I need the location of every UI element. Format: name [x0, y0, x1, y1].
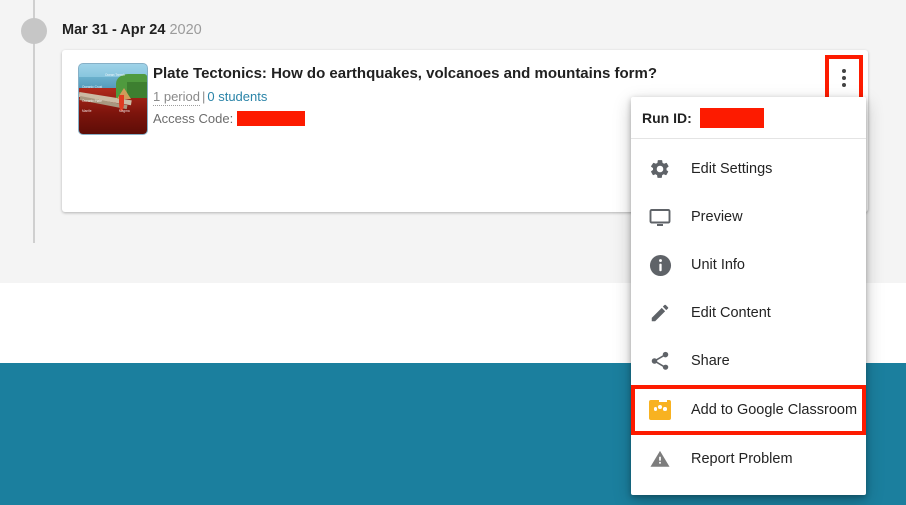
menu-item-label: Report Problem: [691, 451, 793, 467]
run-options-dropdown-menu: Run ID: Edit Settings Preview Unit Info …: [631, 97, 866, 495]
run-id-label: Run ID:: [642, 109, 692, 126]
menu-item-label: Edit Settings: [691, 161, 773, 177]
thumbnail-label-oceanic-plate: Oceanic Plate: [82, 99, 102, 103]
menu-item-report-problem[interactable]: Report Problem: [631, 435, 866, 483]
access-code-label: Access Code:: [153, 111, 234, 126]
access-code-redacted-value: [237, 111, 306, 127]
run-meta-line: 1 period | 0 students: [153, 88, 267, 106]
menu-item-add-to-google-classroom[interactable]: Add to Google Classroom: [631, 385, 866, 435]
more-vert-icon: [842, 69, 846, 73]
thumbnail-label-mantle: Mantle: [82, 109, 92, 113]
run-title[interactable]: Plate Tectonics: How do earthquakes, vol…: [153, 64, 657, 84]
access-code-line: Access Code:: [153, 110, 306, 128]
app-screen: Mar 31 - Apr 24 2020 Ocean Trench Oceani…: [0, 0, 906, 505]
monitor-icon: [647, 204, 673, 230]
menu-item-label: Preview: [691, 209, 743, 225]
menu-item-label: Unit Info: [691, 257, 745, 273]
run-id-redacted-value: [699, 107, 764, 128]
menu-item-preview[interactable]: Preview: [631, 193, 866, 241]
timeline-date-heading: Mar 31 - Apr 24 2020: [62, 21, 202, 39]
google-classroom-icon: [647, 395, 673, 423]
menu-run-id-row: Run ID:: [631, 97, 866, 139]
more-vert-icon: [842, 76, 846, 80]
menu-item-edit-content[interactable]: Edit Content: [631, 289, 866, 337]
menu-item-edit-settings[interactable]: Edit Settings: [631, 145, 866, 193]
date-range-text: Mar 31 - Apr 24: [62, 22, 166, 38]
date-year-text: 2020: [169, 22, 202, 38]
menu-item-list: Edit Settings Preview Unit Info Edit Con…: [631, 139, 866, 483]
info-circle-icon: [647, 252, 673, 278]
more-vert-icon: [842, 83, 846, 87]
thumbnail-label-oceanic-crust: Oceanic Crust: [82, 85, 103, 89]
menu-item-label: Edit Content: [691, 305, 771, 321]
menu-item-label: Add to Google Classroom: [691, 402, 858, 418]
pencil-icon: [647, 300, 673, 326]
unit-thumbnail[interactable]: Ocean Trench Oceanic Crust Oceanic Plate…: [78, 63, 148, 135]
thumbnail-label-magma: Magma: [119, 109, 130, 113]
menu-item-label: Share: [691, 353, 730, 369]
period-count-label[interactable]: 1 period: [153, 89, 200, 106]
menu-item-unit-info[interactable]: Unit Info: [631, 241, 866, 289]
share-nodes-icon: [647, 348, 673, 374]
gear-icon: [647, 156, 673, 182]
warning-triangle-icon: [647, 446, 673, 472]
timeline-dot: [21, 18, 47, 44]
run-options-menu-button[interactable]: [829, 59, 859, 97]
thumbnail-label-ocean-trench: Ocean Trench: [105, 73, 126, 77]
students-count-link[interactable]: 0 students: [207, 89, 267, 104]
menu-item-share[interactable]: Share: [631, 337, 866, 385]
